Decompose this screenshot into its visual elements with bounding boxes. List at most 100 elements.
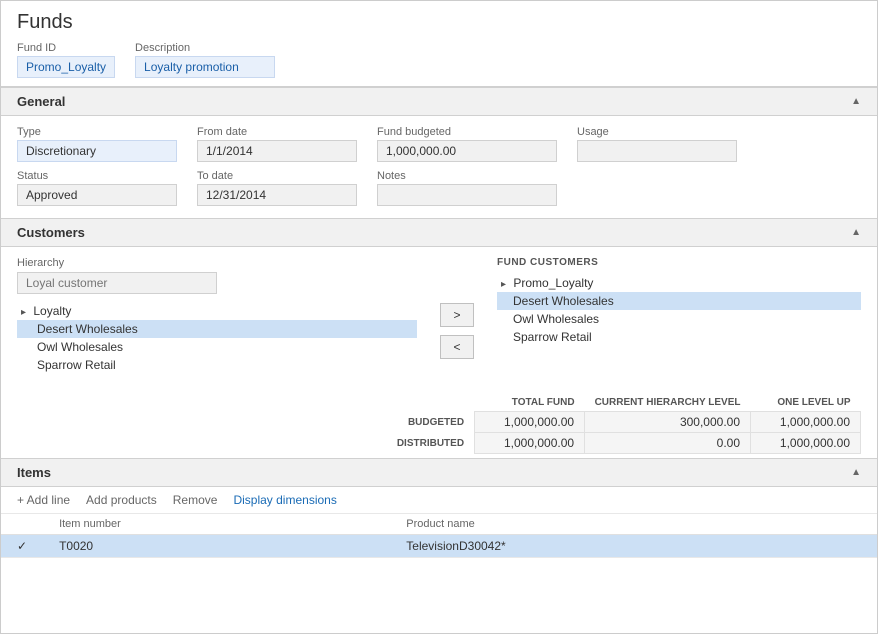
usage-input[interactable] (577, 140, 737, 162)
spacer-1 (577, 170, 737, 206)
col-check-header (1, 514, 43, 535)
notes-label: Notes (377, 170, 557, 182)
general-section-header[interactable]: General ▲ (1, 87, 877, 116)
from-date-input[interactable] (197, 140, 357, 162)
row-product-name: TelevisionD30042* (390, 535, 877, 558)
totals-table: TOTAL FUND CURRENT HIERARCHY LEVEL ONE L… (387, 394, 861, 454)
to-date-label: To date (197, 170, 357, 182)
to-date-group: To date (197, 170, 357, 206)
checkmark-icon: ✓ (17, 539, 27, 553)
table-row[interactable]: ✓ T0020 TelevisionD30042* (1, 535, 877, 558)
customers-section-title: Customers (17, 225, 85, 240)
totals-row-budgeted: BUDGETED 1,000,000.00 300,000.00 1,000,0… (387, 412, 861, 433)
notes-group: Notes (377, 170, 557, 206)
totals-row-distributed: DISTRIBUTED 1,000,000.00 0.00 1,000,000.… (387, 433, 861, 454)
fund-tree-arrow-promo: ▸ (501, 279, 506, 290)
tree-label-owl: Owl Wholesales (37, 340, 123, 354)
remove-customer-button[interactable]: < (440, 335, 473, 359)
hierarchy-input[interactable] (17, 272, 217, 294)
col-item-number-header: Item number (43, 514, 390, 535)
left-tree: ▸ Loyalty Desert Wholesales Owl Wholesal… (17, 302, 417, 374)
from-date-group: From date (197, 126, 357, 162)
budgeted-label: BUDGETED (387, 412, 475, 433)
budgeted-one-level-up: 1,000,000.00 (751, 412, 861, 433)
customers-section-header[interactable]: Customers ▲ (1, 218, 877, 247)
items-table: Item number Product name ✓ T0020 Televis… (1, 514, 877, 558)
hierarchy-label: Hierarchy (17, 257, 417, 269)
fund-tree-item-promo[interactable]: ▸ Promo_Loyalty (497, 274, 861, 292)
tree-item-loyalty[interactable]: ▸ Loyalty (17, 302, 417, 320)
add-customer-button[interactable]: > (440, 303, 473, 327)
tree-label-loyalty: Loyalty (33, 304, 71, 318)
items-section-header[interactable]: Items ▲ (1, 458, 877, 487)
page-title: Funds (1, 1, 877, 40)
items-section-title: Items (17, 465, 51, 480)
items-chevron-icon: ▲ (851, 467, 861, 478)
fund-desc-input[interactable]: Loyalty promotion (135, 56, 275, 78)
tree-label-desert: Desert Wholesales (37, 322, 138, 336)
distributed-current-hierarchy: 0.00 (585, 433, 751, 454)
general-chevron-icon: ▲ (851, 96, 861, 107)
page-container: Funds Fund ID Promo_Loyalty Description … (0, 0, 878, 634)
add-products-button[interactable]: Add products (86, 493, 157, 507)
fund-tree-label-promo: Promo_Loyalty (513, 276, 593, 290)
fund-tree-label-desert: Desert Wholesales (513, 294, 614, 308)
fund-id-input[interactable]: Promo_Loyalty (17, 56, 115, 78)
fund-tree-label-sparrow: Sparrow Retail (513, 330, 592, 344)
totals-col-one-level-up: ONE LEVEL UP (751, 394, 861, 412)
distributed-label: DISTRIBUTED (387, 433, 475, 454)
fund-tree-item-sparrow[interactable]: Sparrow Retail (497, 328, 861, 346)
fund-budgeted-input[interactable] (377, 140, 557, 162)
fund-id-row: Fund ID Promo_Loyalty Description Loyalt… (1, 40, 877, 86)
fund-desc-label: Description (135, 42, 275, 54)
add-line-button[interactable]: + Add line (17, 493, 70, 507)
status-label: Status (17, 170, 177, 182)
remove-button[interactable]: Remove (173, 493, 218, 507)
items-table-header-row: Item number Product name (1, 514, 877, 535)
fund-budgeted-label: Fund budgeted (377, 126, 557, 138)
items-toolbar: + Add line Add products Remove Display d… (1, 487, 877, 514)
to-date-input[interactable] (197, 184, 357, 206)
customers-chevron-icon: ▲ (851, 227, 861, 238)
totals-section: TOTAL FUND CURRENT HIERARCHY LEVEL ONE L… (1, 386, 877, 458)
fund-budgeted-group: Fund budgeted (377, 126, 557, 162)
customers-section-body: Hierarchy ▸ Loyalty Desert Wholesales Ow… (1, 247, 877, 386)
right-tree: ▸ Promo_Loyalty Desert Wholesales Owl Wh… (497, 274, 861, 346)
totals-col-total-fund: TOTAL FUND (475, 394, 585, 412)
distributed-one-level-up: 1,000,000.00 (751, 433, 861, 454)
row-item-number: T0020 (43, 535, 390, 558)
general-section-title: General (17, 94, 65, 109)
col-product-name-header: Product name (390, 514, 877, 535)
fund-tree-item-desert[interactable]: Desert Wholesales (497, 292, 861, 310)
status-group: Status (17, 170, 177, 206)
distributed-total-fund: 1,000,000.00 (475, 433, 585, 454)
type-label: Type (17, 126, 177, 138)
fund-tree-label-owl: Owl Wholesales (513, 312, 599, 326)
notes-input[interactable] (377, 184, 557, 206)
fund-desc-group: Description Loyalty promotion (135, 42, 275, 78)
tree-item-desert[interactable]: Desert Wholesales (17, 320, 417, 338)
usage-label: Usage (577, 126, 737, 138)
general-section-body: Type From date Fund budgeted Usage Statu… (1, 116, 877, 218)
display-dimensions-button[interactable]: Display dimensions (233, 493, 336, 507)
general-grid: Type From date Fund budgeted Usage Statu… (17, 126, 861, 206)
row-check: ✓ (1, 535, 43, 558)
tree-label-sparrow: Sparrow Retail (37, 358, 116, 372)
totals-col-current-hierarchy: CURRENT HIERARCHY LEVEL (585, 394, 751, 412)
budgeted-current-hierarchy: 300,000.00 (585, 412, 751, 433)
type-input[interactable] (17, 140, 177, 162)
fund-id-label: Fund ID (17, 42, 115, 54)
tree-item-sparrow[interactable]: Sparrow Retail (17, 356, 417, 374)
fund-customers-label: FUND CUSTOMERS (497, 257, 861, 268)
from-date-label: From date (197, 126, 357, 138)
status-input[interactable] (17, 184, 177, 206)
type-group: Type (17, 126, 177, 162)
fund-tree-item-owl[interactable]: Owl Wholesales (497, 310, 861, 328)
fund-id-group: Fund ID Promo_Loyalty (17, 42, 115, 78)
tree-arrow-loyalty: ▸ (21, 307, 26, 318)
customers-middle-panel: > < (417, 257, 497, 374)
usage-group: Usage (577, 126, 737, 162)
tree-item-owl[interactable]: Owl Wholesales (17, 338, 417, 356)
budgeted-total-fund: 1,000,000.00 (475, 412, 585, 433)
customers-right-panel: FUND CUSTOMERS ▸ Promo_Loyalty Desert Wh… (497, 257, 861, 374)
